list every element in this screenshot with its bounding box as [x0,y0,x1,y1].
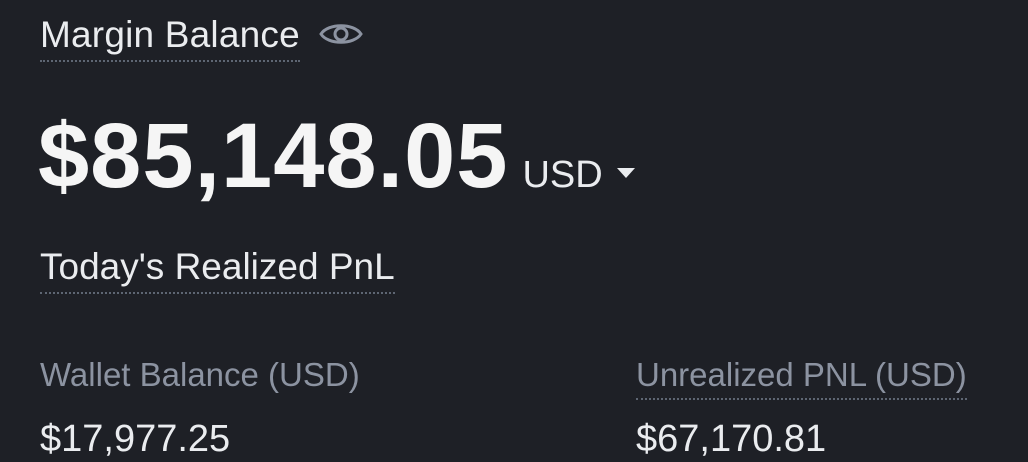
caret-down-icon [616,167,635,178]
unrealized-pnl-value: $67,170.81 [636,418,827,460]
wallet-balance-label: Wallet Balance (USD) [40,356,360,393]
realized-pnl-label[interactable]: Today's Realized PnL [40,246,395,294]
margin-balance-header: Margin Balance [40,14,364,62]
wallet-balance-value: $17,977.25 [40,418,231,460]
margin-balance-label[interactable]: Margin Balance [40,14,300,62]
balance-row: $85,148.05 USD [38,104,635,209]
currency-selector[interactable]: USD [522,154,635,197]
eye-icon[interactable] [318,19,364,49]
currency-label: USD [522,154,603,196]
margin-balance-value: $85,148.05 [38,105,509,207]
unrealized-pnl-label[interactable]: Unrealized PNL (USD) [636,356,967,400]
